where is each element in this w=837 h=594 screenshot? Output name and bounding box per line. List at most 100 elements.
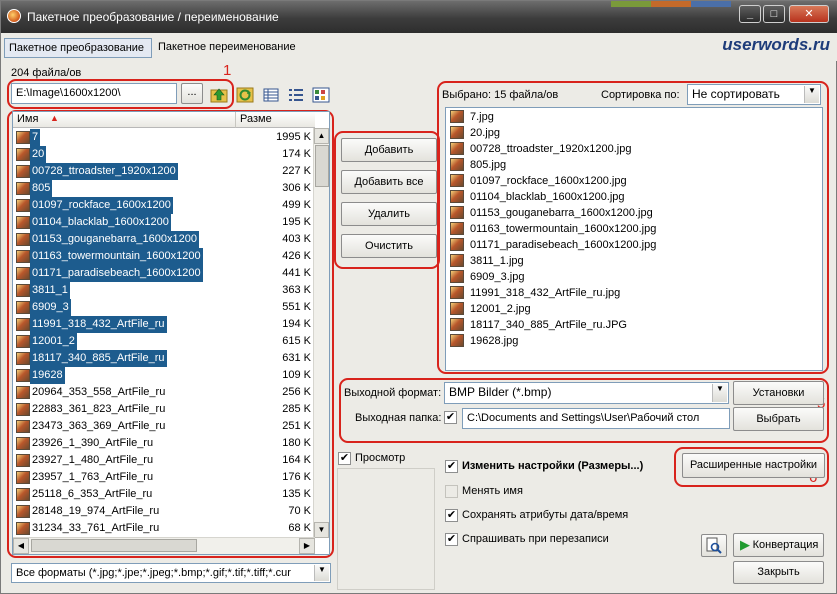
folder-up-icon[interactable]	[210, 86, 228, 104]
file-name: 23957_1_763_ArtFile_ru	[32, 471, 154, 483]
file-row[interactable]: 01097_rockface_1600x1200 499 K	[13, 197, 315, 214]
selected-file-row[interactable]: 6909_3.jpg	[446, 269, 822, 285]
selected-file-row[interactable]: 18117_340_885_ArtFile_ru.JPG	[446, 317, 822, 333]
close-button[interactable]: ✕	[789, 5, 829, 23]
file-name: 01171_paradisebeach_1600x1200	[30, 265, 203, 282]
file-row[interactable]: 23957_1_763_ArtFile_ru 176 K	[13, 469, 315, 486]
format-filter-select[interactable]: Все форматы (*.jpg;*.jpe;*.jpeg;*.bmp;*.…	[11, 563, 331, 583]
file-row[interactable]: 23473_363_369_ArtFile_ru 251 K	[13, 418, 315, 435]
advanced-settings-button[interactable]: Расширенные настройки	[682, 453, 825, 478]
file-row[interactable]: 23926_1_390_ArtFile_ru 180 K	[13, 435, 315, 452]
file-row[interactable]: 20964_353_558_ArtFile_ru 256 K	[13, 384, 315, 401]
tab-batch-rename[interactable]: Пакетное переименование	[154, 38, 314, 58]
file-row[interactable]: 20 174 K	[13, 146, 315, 163]
file-row[interactable]: 7 1995 K	[13, 129, 315, 146]
choose-folder-button[interactable]: Выбрать	[733, 407, 824, 431]
list-view-icon[interactable]	[262, 86, 280, 104]
file-row[interactable]: 11991_318_432_ArtFile_ru 194 K	[13, 316, 315, 333]
clear-button[interactable]: Очистить	[341, 234, 437, 258]
file-row[interactable]: 22883_361_823_ArtFile_ru 285 K	[13, 401, 315, 418]
file-row[interactable]: 18117_340_885_ArtFile_ru 631 K	[13, 350, 315, 367]
file-row[interactable]: 805 306 K	[13, 180, 315, 197]
chevron-down-icon[interactable]: ▼	[804, 86, 819, 103]
browse-button[interactable]: ...	[181, 83, 203, 104]
file-row[interactable]: 6909_3 551 K	[13, 299, 315, 316]
selected-file-row[interactable]: 01104_blacklab_1600x1200.jpg	[446, 189, 822, 205]
column-size-header[interactable]: Разме	[235, 112, 315, 128]
selected-file-row[interactable]: 7.jpg	[446, 109, 822, 125]
chevron-down-icon[interactable]: ▼	[712, 384, 727, 402]
file-row[interactable]: 3811_1 363 K	[13, 282, 315, 299]
file-row[interactable]: 12001_2 615 K	[13, 333, 315, 350]
file-row[interactable]: 01171_paradisebeach_1600x1200 441 K	[13, 265, 315, 282]
selected-file-row[interactable]: 00728_ttroadster_1920x1200.jpg	[446, 141, 822, 157]
selected-file-row[interactable]: 20.jpg	[446, 125, 822, 141]
chevron-down-icon[interactable]: ▼	[314, 565, 329, 581]
file-row[interactable]: 01104_blacklab_1600x1200 195 K	[13, 214, 315, 231]
file-row[interactable]: 31234_33_761_ArtFile_ru 68 K	[13, 520, 315, 537]
file-row[interactable]: 23927_1_480_ArtFile_ru 164 K	[13, 452, 315, 469]
selected-file-row[interactable]: 805.jpg	[446, 157, 822, 173]
source-vertical-scrollbar[interactable]: ▲ ▼	[313, 128, 329, 538]
ask-overwrite-label: Спрашивать при перезаписи	[462, 533, 609, 545]
change-settings-checkbox[interactable]: ✔	[445, 460, 458, 473]
file-row[interactable]: 00728_ttroadster_1920x1200 227 K	[13, 163, 315, 180]
selected-file-row[interactable]: 01163_towermountain_1600x1200.jpg	[446, 221, 822, 237]
scroll-up-icon[interactable]: ▲	[314, 128, 329, 144]
keep-attributes-checkbox[interactable]: ✔	[445, 509, 458, 522]
output-settings-button[interactable]: Установки	[733, 381, 824, 405]
h-scroll-thumb[interactable]	[31, 539, 197, 552]
file-row[interactable]: 01153_gouganebarra_1600x1200 403 K	[13, 231, 315, 248]
source-path-input[interactable]: E:\Image\1600x1200\	[11, 83, 177, 104]
scroll-down-icon[interactable]: ▼	[314, 522, 329, 538]
file-name: 6909_3	[30, 299, 71, 316]
file-size: 631 K	[282, 352, 311, 364]
selected-file-row[interactable]: 3811_1.jpg	[446, 253, 822, 269]
scroll-left-icon[interactable]: ◀	[13, 538, 29, 554]
file-name: 20964_353_558_ArtFile_ru	[32, 386, 166, 398]
sort-label: Сортировка по:	[601, 89, 680, 101]
selected-file-row[interactable]: 01153_gouganebarra_1600x1200.jpg	[446, 205, 822, 221]
convert-button[interactable]: ▶ Конвертация	[733, 533, 824, 557]
refresh-icon[interactable]	[236, 86, 254, 104]
selected-file-row[interactable]: 01171_paradisebeach_1600x1200.jpg	[446, 237, 822, 253]
image-file-icon	[16, 335, 30, 348]
scroll-right-icon[interactable]: ▶	[299, 538, 315, 554]
source-file-list[interactable]: Имя ▲ Разме 7 1995 K 20 174 K 00728_ttroadst…	[12, 111, 330, 555]
ask-overwrite-checkbox[interactable]: ✔	[445, 533, 458, 546]
tab-batch-conversion[interactable]: Пакетное преобразование	[4, 38, 152, 58]
source-horizontal-scrollbar[interactable]: ◀ ▶	[13, 537, 315, 554]
file-row[interactable]: 25118_6_353_ArtFile_ru 135 K	[13, 486, 315, 503]
add-all-button[interactable]: Добавить все	[341, 170, 437, 194]
file-row[interactable]: 01163_towermountain_1600x1200 426 K	[13, 248, 315, 265]
sort-select[interactable]: Не сортировать ▼	[687, 84, 821, 105]
selected-file-row[interactable]: 19628.jpg	[446, 333, 822, 349]
output-folder-checkbox[interactable]: ✔	[444, 411, 457, 424]
selected-file-row[interactable]: 12001_2.jpg	[446, 301, 822, 317]
rename-checkbox[interactable]	[445, 485, 458, 498]
output-format-select[interactable]: BMP Bilder (*.bmp) ▼	[444, 382, 729, 404]
close-dialog-button[interactable]: Закрыть	[733, 561, 824, 584]
selected-file-row[interactable]: 11991_318_432_ArtFile_ru.jpg	[446, 285, 822, 301]
details-view-icon[interactable]	[287, 86, 305, 104]
selected-file-list[interactable]: 7.jpg 20.jpg 00728_ttroadster_1920x1200.jp…	[445, 107, 823, 371]
column-name-header[interactable]: Имя ▲	[13, 112, 235, 128]
file-size: 1995 K	[276, 131, 311, 143]
thumbnail-view-icon[interactable]	[312, 86, 330, 104]
minimize-button[interactable]: _	[739, 5, 761, 23]
preview-file-button[interactable]	[701, 534, 727, 557]
image-file-icon	[16, 284, 30, 297]
image-file-icon	[16, 182, 30, 195]
preview-checkbox[interactable]: ✔	[338, 452, 351, 465]
remove-button[interactable]: Удалить	[341, 202, 437, 226]
maximize-button[interactable]: □	[763, 5, 785, 23]
file-size: 70 K	[288, 505, 311, 517]
selected-file-row[interactable]: 01097_rockface_1600x1200.jpg	[446, 173, 822, 189]
file-row[interactable]: 19628 109 K	[13, 367, 315, 384]
file-row[interactable]: 28148_19_974_ArtFile_ru 70 K	[13, 503, 315, 520]
output-folder-input[interactable]: C:\Documents and Settings\User\Рабочий с…	[462, 408, 730, 429]
scroll-thumb[interactable]	[315, 145, 329, 187]
add-button[interactable]: Добавить	[341, 138, 437, 162]
image-file-icon	[450, 318, 464, 331]
file-size: 68 K	[288, 522, 311, 534]
